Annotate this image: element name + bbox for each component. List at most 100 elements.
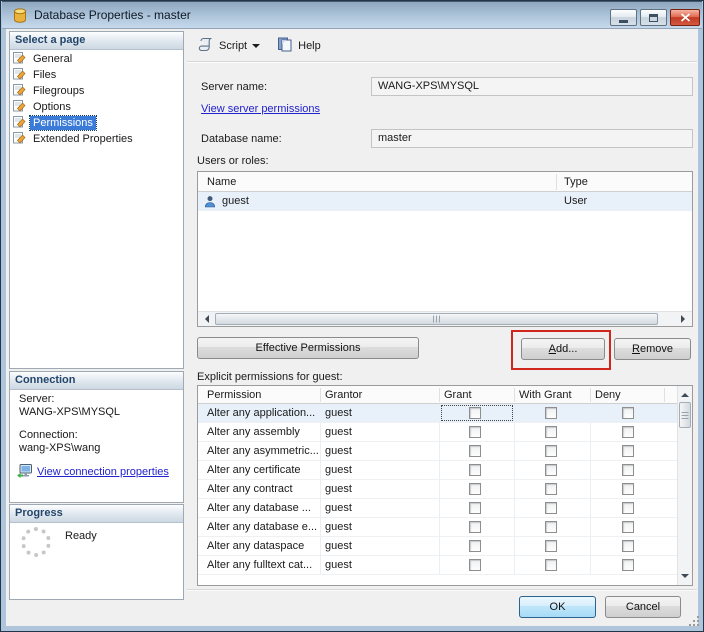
permissions-table: Permission Grantor Grant With Grant Deny…: [197, 385, 693, 586]
h-scrollbar-thumb[interactable]: [215, 313, 658, 325]
with-grant-checkbox[interactable]: [545, 445, 557, 457]
permission-row[interactable]: Alter any assembly guest: [198, 423, 677, 442]
page-edit-icon: [13, 115, 26, 131]
deny-checkbox[interactable]: [622, 464, 634, 476]
database-name-field[interactable]: master: [371, 129, 693, 148]
with-grant-checkbox[interactable]: [545, 502, 557, 514]
script-label: Script: [219, 40, 248, 52]
permission-row[interactable]: Alter any asymmetric... guest: [198, 442, 677, 461]
maximize-button[interactable]: [640, 9, 667, 26]
grantor-cell: guest: [325, 407, 352, 419]
scroll-up-icon[interactable]: [681, 389, 689, 397]
grant-checkbox[interactable]: [469, 445, 481, 457]
users-or-roles-label: Users or roles:: [197, 155, 269, 167]
grant-checkbox[interactable]: [469, 559, 481, 571]
ok-button[interactable]: OK: [519, 596, 596, 618]
column-header-grant[interactable]: Grant: [444, 386, 472, 404]
user-row-guest[interactable]: guest User: [198, 192, 692, 211]
sidebar-item-filegroups[interactable]: Filegroups: [13, 83, 177, 99]
deny-checkbox[interactable]: [622, 521, 634, 533]
help-button[interactable]: Help: [272, 34, 325, 58]
deny-checkbox[interactable]: [622, 559, 634, 571]
scroll-right-icon[interactable]: [681, 315, 689, 323]
grant-checkbox[interactable]: [469, 464, 481, 476]
v-scrollbar-thumb[interactable]: [679, 402, 691, 428]
permission-row[interactable]: Alter any database ... guest: [198, 499, 677, 518]
deny-checkbox[interactable]: [622, 483, 634, 495]
permission-row[interactable]: Alter any database e... guest: [198, 518, 677, 537]
minimize-button[interactable]: [610, 9, 637, 26]
vertical-scrollbar[interactable]: [677, 386, 692, 585]
page-edit-icon: [13, 99, 26, 115]
sidebar-item-options[interactable]: Options: [13, 99, 177, 115]
permission-row[interactable]: Alter any contract guest: [198, 480, 677, 499]
script-button[interactable]: Script: [193, 34, 264, 58]
explicit-permissions-label: Explicit permissions for guest:: [197, 371, 343, 383]
grantor-cell: guest: [325, 540, 352, 552]
deny-checkbox[interactable]: [622, 445, 634, 457]
column-header-with-grant[interactable]: With Grant: [519, 386, 572, 404]
permission-row[interactable]: Alter any application... guest: [198, 404, 677, 423]
with-grant-checkbox[interactable]: [545, 559, 557, 571]
grantor-cell: guest: [325, 426, 352, 438]
with-grant-checkbox[interactable]: [545, 407, 557, 419]
thumb-grip: [432, 315, 441, 323]
toolbar: Script Help: [193, 34, 325, 58]
page-edit-icon: [13, 51, 26, 67]
resize-grip[interactable]: [689, 616, 701, 628]
cancel-button[interactable]: Cancel: [605, 596, 681, 618]
with-grant-checkbox[interactable]: [545, 464, 557, 476]
minimize-icon: [619, 19, 628, 23]
sidebar-item-permissions[interactable]: Permissions: [13, 115, 177, 131]
column-header-type[interactable]: Type: [564, 172, 588, 192]
page-edit-icon: [13, 67, 26, 83]
grant-checkbox[interactable]: [469, 407, 481, 419]
grant-checkbox[interactable]: [469, 426, 481, 438]
titlebar[interactable]: Database Properties - master: [2, 1, 702, 29]
with-grant-checkbox[interactable]: [545, 521, 557, 533]
page-edit-icon: [13, 83, 26, 99]
column-header-deny[interactable]: Deny: [595, 386, 621, 404]
help-book-icon: [276, 36, 293, 56]
effective-permissions-button[interactable]: Effective Permissions: [197, 337, 419, 359]
column-header-grantor[interactable]: Grantor: [325, 386, 362, 404]
horizontal-scrollbar[interactable]: [198, 311, 692, 326]
grant-checkbox[interactable]: [469, 483, 481, 495]
connection-server-value: WANG-XPS\MYSQL: [19, 406, 121, 418]
view-server-permissions-link[interactable]: View server permissions: [201, 103, 320, 115]
sidebar-item-general[interactable]: General: [13, 51, 177, 67]
with-grant-checkbox[interactable]: [545, 540, 557, 552]
sidebar-item-extended-properties[interactable]: Extended Properties: [13, 131, 177, 147]
column-header-name[interactable]: Name: [207, 172, 236, 192]
deny-checkbox[interactable]: [622, 426, 634, 438]
permission-row[interactable]: Alter any fulltext cat... guest: [198, 556, 677, 575]
deny-checkbox[interactable]: [622, 540, 634, 552]
grantor-cell: guest: [325, 559, 352, 571]
connection-properties-icon: [16, 463, 33, 483]
permission-row[interactable]: Alter any certificate guest: [198, 461, 677, 480]
grant-checkbox[interactable]: [469, 540, 481, 552]
permission-row[interactable]: Alter any dataspace guest: [198, 537, 677, 556]
deny-checkbox[interactable]: [622, 502, 634, 514]
scroll-left-icon[interactable]: [201, 315, 209, 323]
toolbar-separator: [187, 61, 697, 62]
grant-checkbox[interactable]: [469, 521, 481, 533]
view-connection-properties-link[interactable]: View connection properties: [37, 466, 169, 478]
sidebar-item-files[interactable]: Files: [13, 67, 177, 83]
grant-checkbox[interactable]: [469, 502, 481, 514]
with-grant-checkbox[interactable]: [545, 483, 557, 495]
connection-connection-label: Connection:: [19, 429, 78, 441]
column-header-permission[interactable]: Permission: [207, 386, 261, 404]
server-name-field[interactable]: WANG-XPS\MYSQL: [371, 77, 693, 96]
users-or-roles-table: Name Type guest User: [197, 171, 693, 327]
remove-button[interactable]: Remove: [614, 338, 691, 360]
deny-checkbox[interactable]: [622, 407, 634, 419]
scroll-down-icon[interactable]: [681, 574, 689, 582]
sidebar-item-label: Files: [33, 69, 57, 81]
close-icon: [680, 13, 690, 22]
sidebar-item-label: Options: [33, 101, 71, 113]
with-grant-checkbox[interactable]: [545, 426, 557, 438]
close-button[interactable]: [670, 9, 700, 26]
column-separator: [556, 174, 557, 190]
column-separator: [320, 388, 321, 402]
